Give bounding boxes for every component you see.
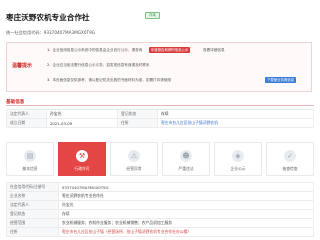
company-header: 枣庄沃野农机专业合作社 存续 统一社会信用代码：93370407MA3MGX0T… [0, 0, 320, 38]
check-icon: ✓ [284, 150, 296, 162]
field-label: 住所 [116, 118, 158, 128]
notice-text: 企业应当依法履行信息公示义务，如发现信息有误请及时联系 [52, 63, 150, 67]
section-divider [6, 105, 314, 106]
table-row: 法定代表人 孙宝光 登记状态 存续 [6, 109, 315, 119]
notice-row-3: 3. 本页面信息仅供参考，请以登记机关出具的书面材料为准，如需打印请使用 [47, 78, 171, 83]
field-value: 孙宝光 [46, 109, 118, 119]
table-row: 经营范围 农业机械服务；农机作业服务；农业机械销售；农产品初加工服务 [6, 218, 314, 228]
company-profile-page: 枣庄沃野农机专业合作社 存续 统一社会信用代码：93370407MA3MGX0T… [0, 0, 320, 240]
field-value: 93370407MA3MGX0T9G [58, 182, 314, 192]
table-row: 法定代表人 孙宝光 [6, 200, 314, 210]
field-label: 企业名称 [6, 191, 59, 201]
tab-basic-info[interactable]: ▤ 基本信息 [6, 142, 54, 176]
tab-abnormal-operation[interactable]: ⚠ 经营异常 [110, 142, 158, 176]
table-row: 住所 枣庄市台儿庄区张山子镇（经营场所：张山子镇沃野农机专业合作社办公楼） [6, 227, 314, 237]
field-label: 社会信用代码/注册号 [6, 182, 59, 192]
field-label: 法定代表人 [6, 109, 47, 119]
address-link[interactable]: 枣庄市台儿庄区张山子镇沃野农机 [156, 118, 315, 128]
company-name: 枣庄沃野农机专业合作社 [6, 13, 90, 22]
notice-text: 本页面信息仅供参考，请以登记机关出具的书面材料为准，如需打印请使用 [52, 78, 172, 82]
notice-box: 温馨提示 1. 企业信用信息公示系统中的信息由企业自行公示，请查询 年度报告和即时… [6, 42, 312, 92]
status-badge: 存续 [145, 12, 160, 19]
tab-admin-license[interactable]: ⚒ 行政许可 [58, 142, 106, 176]
notice-num: 1. [47, 48, 51, 52]
tab-label: 抽查检查 [282, 166, 298, 171]
field-value: 2021-03-09 [46, 118, 118, 128]
field-label: 法定代表人 [6, 200, 59, 210]
annual-report-button[interactable]: 年度报告和即时信息公示 [149, 47, 191, 53]
field-label: 经营范围 [6, 218, 59, 228]
credit-code: 统一社会信用代码：93370407MA3MGX0T9G [6, 30, 96, 35]
table-row: 企业名称 枣庄沃野农机专业合作社 [6, 191, 314, 201]
table-row: 成立日期 2021-03-09 住所 枣庄市台儿庄区张山子镇沃野农机 [6, 118, 315, 128]
notice-row-2: 2. 企业应当依法履行信息公示义务，如发现信息有误请及时联系 [47, 63, 149, 68]
people-icon: ☻ [180, 150, 192, 162]
notice-label: 温馨提示 [12, 63, 33, 69]
field-value: 枣庄市台儿庄区张山子镇（经营场所：张山子镇沃野农机专业合作社办公楼） [58, 227, 314, 237]
field-label: 成立日期 [6, 118, 47, 128]
field-value: 存续 [156, 109, 315, 119]
tab-label: 基本信息 [22, 166, 38, 171]
info-tabs: ▤ 基本信息 ⚒ 行政许可 ⚠ 经营异常 ☻ 严重违法 ◈ 企业公示 ✓ 抽查检… [6, 142, 314, 176]
field-value: 孙宝光 [58, 200, 314, 210]
basic-info-table: 法定代表人 孙宝光 登记状态 存续 成立日期 2021-03-09 住所 枣庄市… [6, 109, 315, 128]
table-row: 登记状态 存续 [6, 209, 314, 219]
field-value: 农业机械服务；农机作业服务；农业机械销售；农产品初加工服务 [58, 218, 314, 228]
tab-label: 行政许可 [74, 166, 90, 171]
tab-public-disclosure[interactable]: ◈ 企业公示 [214, 142, 262, 176]
field-label: 登记状态 [116, 109, 158, 119]
table-row: 社会信用代码/注册号 93370407MA3MGX0T9G [6, 182, 314, 192]
field-label: 住所 [6, 227, 59, 237]
notice-num: 3. [47, 78, 51, 82]
tab-label: 经营异常 [126, 166, 142, 171]
tab-serious-violation[interactable]: ☻ 严重违法 [162, 142, 210, 176]
notice-row-1-suffix: 查看详细信息 [203, 48, 225, 52]
download-license-button[interactable]: 下载营业执照信息 [265, 77, 297, 83]
notice-num: 2. [47, 63, 51, 67]
field-value: 枣庄沃野农机专业合作社 [58, 191, 314, 201]
tab-label: 严重违法 [178, 166, 194, 171]
warning-icon: ⚠ [128, 150, 140, 162]
tab-label: 企业公示 [230, 166, 246, 171]
field-value: 存续 [58, 209, 314, 219]
notice-row-1: 1. 企业信用信息公示系统中的信息由企业自行公示，请查询 [47, 48, 142, 53]
shield-icon: ◈ [232, 150, 244, 162]
notice-text: 企业信用信息公示系统中的信息由企业自行公示，请查询 [52, 48, 143, 52]
tab-spot-check[interactable]: ✓ 抽查检查 [266, 142, 314, 176]
document-icon: ▤ [24, 150, 36, 162]
field-label: 登记状态 [6, 209, 59, 219]
hammer-icon: ⚒ [76, 150, 88, 162]
detail-table: 社会信用代码/注册号 93370407MA3MGX0T9G 企业名称 枣庄沃野农… [6, 182, 314, 237]
